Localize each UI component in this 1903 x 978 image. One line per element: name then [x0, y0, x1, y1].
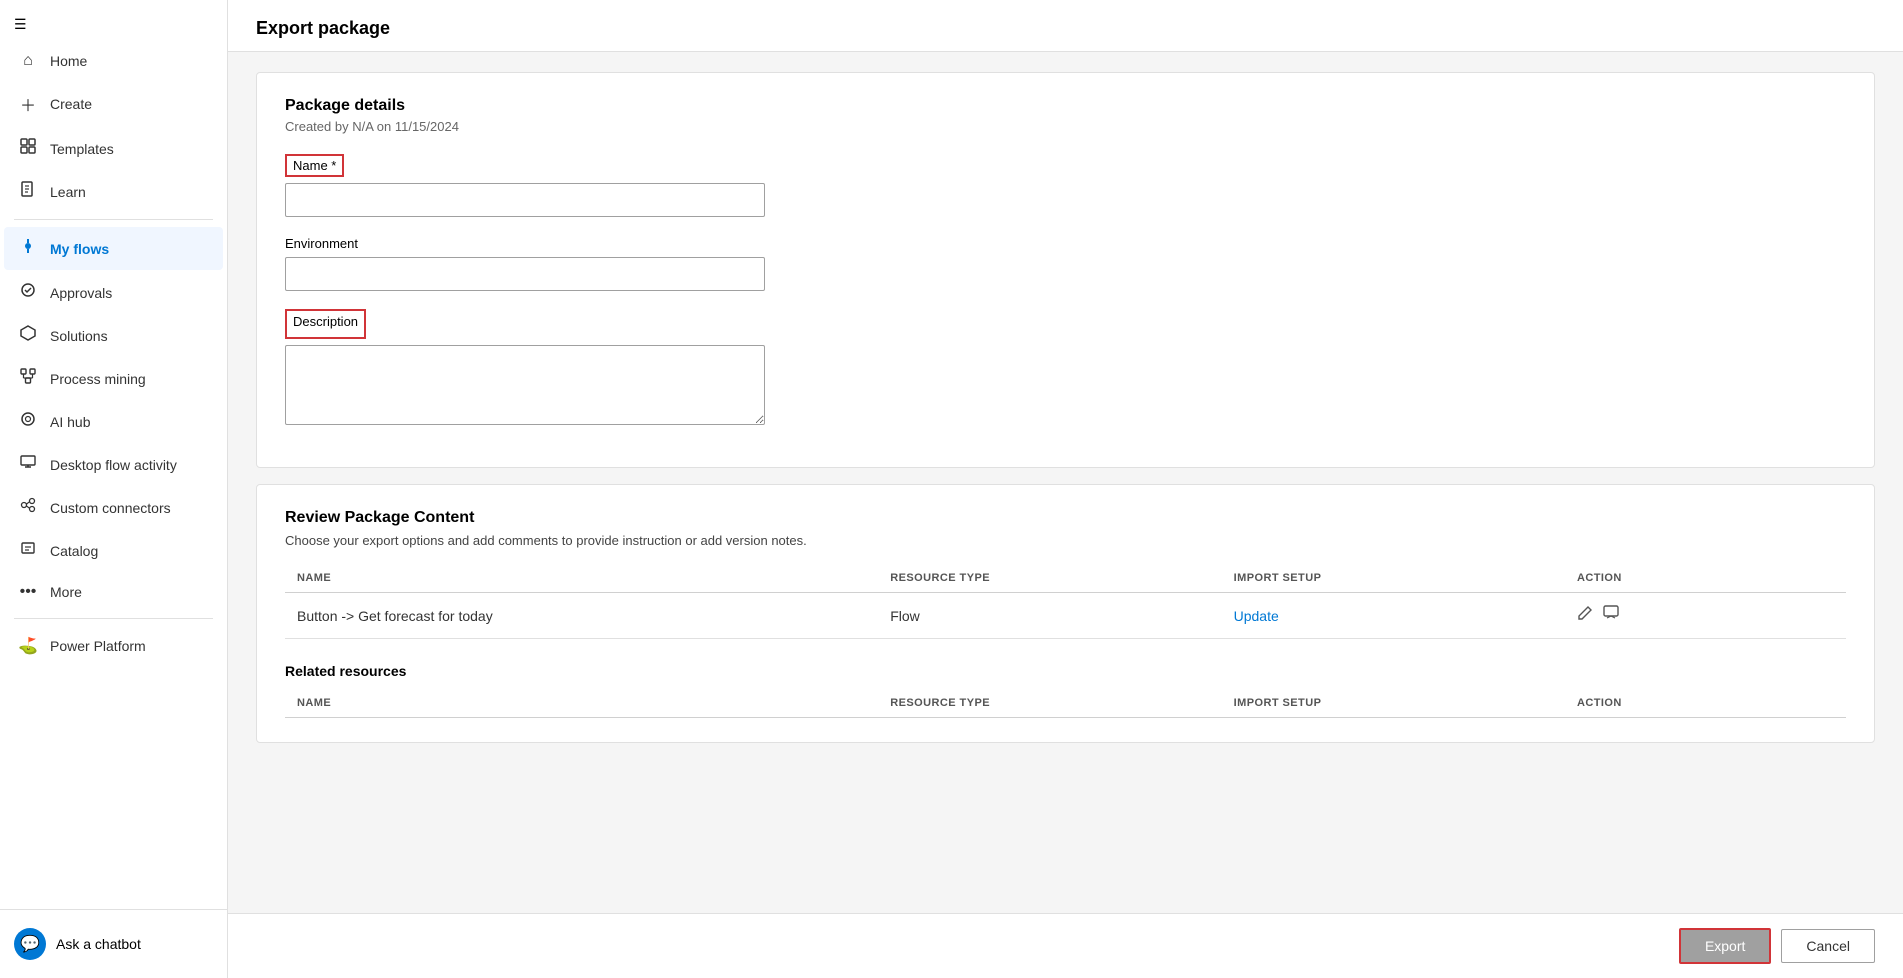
review-table-body: Button -> Get forecast for today Flow Up… [285, 593, 1846, 639]
sidebar-item-catalog[interactable]: Catalog [4, 530, 223, 571]
sidebar-item-templates[interactable]: Templates [4, 128, 223, 169]
sidebar-item-label: AI hub [50, 414, 90, 430]
related-col-resource: RESOURCE TYPE [878, 689, 1221, 718]
process-mining-icon [18, 368, 38, 389]
sidebar-item-approvals[interactable]: Approvals [4, 272, 223, 313]
sidebar-item-label: Create [50, 96, 92, 112]
environment-field-group: Environment [285, 235, 1846, 291]
comment-icon[interactable] [1603, 605, 1619, 626]
action-icons [1577, 605, 1834, 626]
power-platform-icon: ⛳ [18, 636, 38, 656]
related-col-action: ACTION [1565, 689, 1846, 718]
row-name: Button -> Get forecast for today [285, 593, 878, 639]
edit-icon[interactable] [1577, 605, 1593, 626]
sidebar-divider-2 [14, 618, 213, 619]
export-button[interactable]: Export [1679, 928, 1771, 964]
package-details-subtitle: Created by N/A on 11/15/2024 [285, 119, 1846, 134]
chatbot-label: Ask a chatbot [56, 936, 141, 952]
sidebar-item-label: Process mining [50, 371, 146, 387]
review-table: NAME RESOURCE TYPE IMPORT SETUP ACTION B… [285, 564, 1846, 639]
sidebar-item-label: Templates [50, 141, 114, 157]
package-details-card: Package details Created by N/A on 11/15/… [256, 72, 1875, 468]
create-icon: ＋ [18, 92, 38, 116]
myflows-icon [18, 237, 38, 260]
sidebar-item-power-platform[interactable]: ⛳ Power Platform [4, 626, 223, 666]
sidebar-item-create[interactable]: ＋ Create [4, 82, 223, 126]
col-header-action: ACTION [1565, 564, 1846, 593]
review-table-head: NAME RESOURCE TYPE IMPORT SETUP ACTION [285, 564, 1846, 593]
ai-hub-icon [18, 411, 38, 432]
solutions-icon [18, 325, 38, 346]
col-header-resource: RESOURCE TYPE [878, 564, 1221, 593]
sidebar-item-process-mining[interactable]: Process mining [4, 358, 223, 399]
sidebar-item-label: Home [50, 53, 87, 69]
approvals-icon [18, 282, 38, 303]
review-section-desc: Choose your export options and add comme… [285, 533, 1846, 548]
update-link[interactable]: Update [1234, 608, 1279, 624]
row-import-setup: Update [1222, 593, 1565, 639]
cancel-button[interactable]: Cancel [1781, 929, 1875, 963]
related-resources-title: Related resources [285, 663, 1846, 679]
sidebar-item-label: Catalog [50, 543, 98, 559]
sidebar-item-learn[interactable]: Learn [4, 171, 223, 212]
sidebar-item-label: More [50, 584, 82, 600]
col-header-name: NAME [285, 564, 878, 593]
more-icon: ••• [18, 583, 38, 601]
row-resource-type: Flow [878, 593, 1221, 639]
hamburger-icon: ☰ [14, 16, 27, 32]
home-icon: ⌂ [18, 52, 38, 70]
related-table-head: NAME RESOURCE TYPE IMPORT SETUP ACTION [285, 689, 1846, 718]
description-textarea[interactable] [285, 345, 765, 425]
related-col-import: IMPORT SETUP [1222, 689, 1565, 718]
sidebar-item-custom-connectors[interactable]: Custom connectors [4, 487, 223, 528]
col-header-import: IMPORT SETUP [1222, 564, 1565, 593]
package-details-title: Package details [285, 97, 1846, 115]
sidebar-item-myflows[interactable]: My flows [4, 227, 223, 270]
related-resources-section: Related resources NAME RESOURCE TYPE IMP… [285, 663, 1846, 718]
learn-icon [18, 181, 38, 202]
row-action [1565, 593, 1846, 639]
chatbot-icon: 💬 [14, 928, 46, 960]
name-field-group: Name * [285, 154, 1846, 217]
description-field-group: Description [285, 309, 1846, 425]
review-package-card: Review Package Content Choose your expor… [256, 484, 1875, 743]
sidebar-item-more[interactable]: ••• More [4, 573, 223, 611]
sidebar-item-label: Power Platform [50, 638, 146, 654]
sidebar-item-label: My flows [50, 241, 109, 257]
templates-icon [18, 138, 38, 159]
description-label: Description [293, 314, 358, 329]
sidebar-item-solutions[interactable]: Solutions [4, 315, 223, 356]
environment-label: Environment [285, 236, 358, 251]
sidebar-item-ai-hub[interactable]: AI hub [4, 401, 223, 442]
sidebar-bottom: 💬 Ask a chatbot [0, 909, 227, 978]
sidebar-item-label: Custom connectors [50, 500, 171, 516]
catalog-icon [18, 540, 38, 561]
related-table: NAME RESOURCE TYPE IMPORT SETUP ACTION [285, 689, 1846, 718]
content-area: Package details Created by N/A on 11/15/… [228, 52, 1903, 913]
desktop-flow-icon [18, 454, 38, 475]
hamburger-menu[interactable]: ☰ [0, 0, 227, 41]
sidebar-item-desktop-flow[interactable]: Desktop flow activity [4, 444, 223, 485]
table-row: Button -> Get forecast for today Flow Up… [285, 593, 1846, 639]
environment-input[interactable] [285, 257, 765, 291]
sidebar-item-label: Approvals [50, 285, 112, 301]
custom-connectors-icon [18, 497, 38, 518]
sidebar: ☰ ⌂ Home ＋ Create Templates Learn My flo… [0, 0, 228, 978]
footer-bar: Export Cancel [228, 913, 1903, 978]
review-section-title: Review Package Content [285, 509, 1846, 527]
name-label: Name * [285, 154, 344, 177]
description-label-wrapper: Description [285, 309, 366, 339]
sidebar-divider [14, 219, 213, 220]
related-col-name: NAME [285, 689, 878, 718]
sidebar-item-label: Desktop flow activity [50, 457, 177, 473]
name-input[interactable] [285, 183, 765, 217]
page-title: Export package [228, 0, 1903, 52]
sidebar-item-label: Learn [50, 184, 86, 200]
sidebar-item-home[interactable]: ⌂ Home [4, 42, 223, 80]
sidebar-item-label: Solutions [50, 328, 108, 344]
chatbot-button[interactable]: 💬 Ask a chatbot [0, 918, 227, 970]
main-content: Export package Package details Created b… [228, 0, 1903, 978]
